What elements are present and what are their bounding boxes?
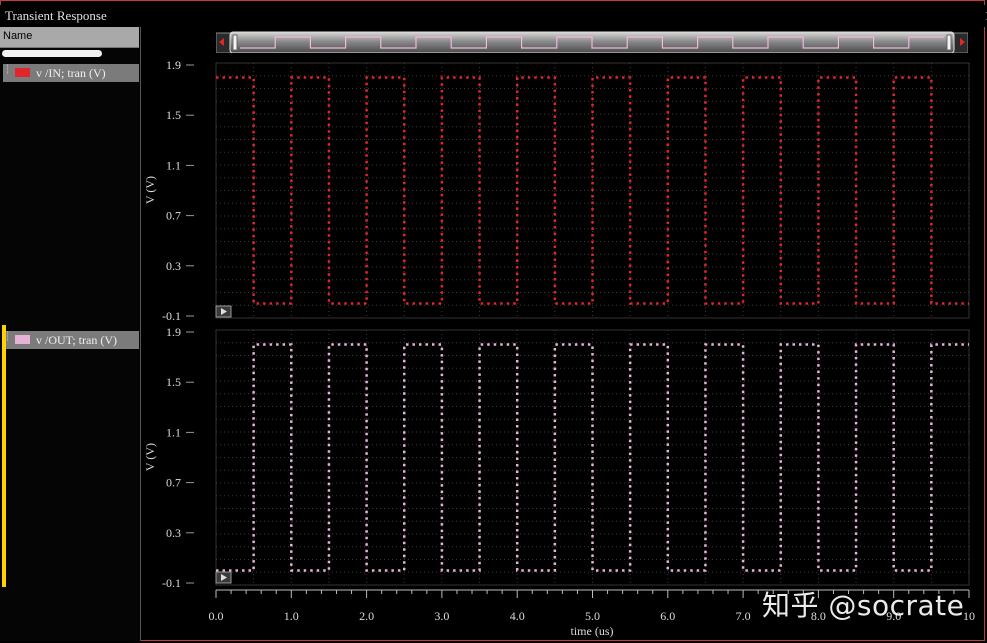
scrollbar-right-handle[interactable]: [946, 34, 952, 51]
selection-indicator: [2, 325, 6, 587]
watermark: 知乎 @socrate: [762, 589, 965, 622]
tree-connector-icon: ┆: [5, 65, 11, 75]
scrollbar-left-handle[interactable]: [232, 34, 238, 51]
trace-list-panel: Name ┆ v /IN; tran (V) ┆ v /OUT; tran (V…: [0, 27, 141, 641]
title-bar: Transient Response 1: [0, 5, 987, 27]
trace-label-out: v /OUT; tran (V): [36, 333, 117, 347]
scrollbar-waveform-preview: [240, 36, 944, 49]
trace-item-in[interactable]: ┆ v /IN; tran (V): [3, 64, 139, 82]
trace-color-swatch-in: [15, 68, 30, 77]
window-frame: [0, 0, 985, 641]
overview-scrollbar[interactable]: [216, 31, 968, 53]
trace-label-in: v /IN; tran (V): [36, 66, 106, 80]
trace-color-swatch-out: [15, 335, 30, 344]
window-title: Transient Response: [5, 8, 107, 23]
name-column-header[interactable]: Name: [0, 27, 139, 48]
name-column-label: Name: [3, 30, 33, 42]
trace-item-out[interactable]: ┆ v /OUT; tran (V): [3, 331, 139, 349]
name-filter-input[interactable]: [2, 50, 102, 57]
